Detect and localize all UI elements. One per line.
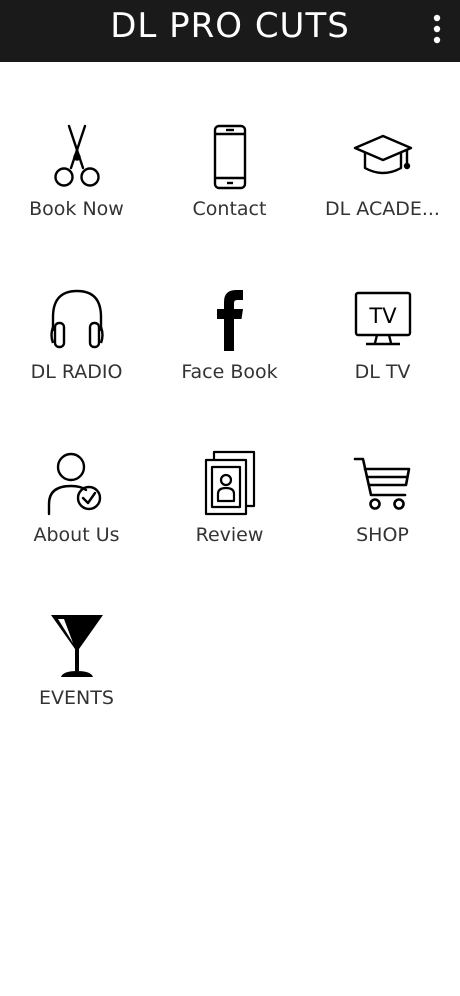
facebook-icon bbox=[153, 285, 306, 355]
tile-book-now[interactable]: Book Now bbox=[0, 122, 153, 272]
tile-label: DL ACADE... bbox=[325, 198, 440, 220]
tile-label: DL TV bbox=[354, 361, 411, 383]
graduation-cap-icon bbox=[306, 122, 459, 192]
tile-contact[interactable]: Contact bbox=[153, 122, 306, 272]
tile-label: Review bbox=[195, 524, 264, 546]
user-check-icon bbox=[0, 448, 153, 518]
headphones-icon bbox=[0, 285, 153, 355]
tile-shop[interactable]: SHOP bbox=[306, 448, 459, 598]
tile-facebook[interactable]: Face Book bbox=[153, 285, 306, 435]
tile-label: About Us bbox=[33, 524, 120, 546]
tile-dl-tv[interactable]: TV DL TV bbox=[306, 285, 459, 435]
overflow-menu-button[interactable] bbox=[428, 13, 446, 45]
tile-review[interactable]: Review bbox=[153, 448, 306, 598]
app-title: DL PRO CUTS bbox=[110, 6, 350, 46]
tile-label: Contact bbox=[192, 198, 267, 220]
photo-cards-icon bbox=[153, 448, 306, 518]
tile-about-us[interactable]: About Us bbox=[0, 448, 153, 598]
tile-label: DL RADIO bbox=[30, 361, 123, 383]
cocktail-icon bbox=[0, 611, 153, 681]
more-vertical-icon bbox=[433, 14, 441, 44]
tile-label: Book Now bbox=[29, 198, 124, 220]
tile-label: EVENTS bbox=[39, 687, 114, 709]
smartphone-icon bbox=[153, 122, 306, 192]
scissors-icon bbox=[0, 122, 153, 192]
app-header: DL PRO CUTS bbox=[0, 0, 460, 62]
tv-icon: TV bbox=[306, 285, 459, 355]
app-screen: DL PRO CUTS Book Now Contact DL ACADE...… bbox=[0, 0, 460, 996]
tile-dl-radio[interactable]: DL RADIO bbox=[0, 285, 153, 435]
svg-text:TV: TV bbox=[368, 304, 397, 328]
tile-events[interactable]: EVENTS bbox=[0, 611, 153, 761]
tile-label: Face Book bbox=[181, 361, 278, 383]
shopping-cart-icon bbox=[306, 448, 459, 518]
tile-label: SHOP bbox=[356, 524, 409, 546]
tile-dl-academy[interactable]: DL ACADE... bbox=[306, 122, 459, 272]
